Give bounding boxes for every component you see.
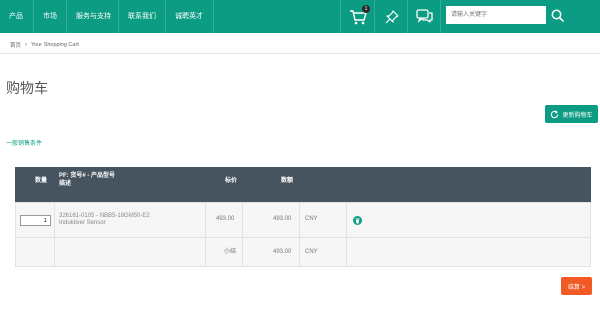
general-terms-link[interactable]: 一般销售条件 [6, 138, 42, 147]
table-row: 326161-0105 - NBB5-18GM50-E2 Induktiver … [15, 202, 591, 238]
update-cart-label: 更新购物车 [562, 112, 593, 119]
checkout-button[interactable]: 结算 > [561, 277, 592, 295]
list-price: 493.00 [216, 216, 235, 222]
nav-item-service-support[interactable]: 服务与支持 [67, 0, 120, 33]
column-divider [205, 203, 206, 237]
top-navigation: 产品 市场 服务与支持 联系我们 诚聘英才 1 [0, 0, 600, 33]
column-header-list-price: 标价 [225, 178, 238, 184]
quantity-field[interactable] [20, 215, 51, 226]
refresh-icon [551, 109, 559, 118]
breadcrumb-current: Your Shopping Cart [31, 42, 79, 48]
search-icon [551, 9, 564, 22]
cart-table-header: 数量 PF: 货号# - 产品型号 描述 标价 数额 [15, 167, 591, 202]
product-description: Induktiver Sensor [59, 220, 106, 226]
search-input[interactable] [446, 6, 546, 24]
nav-item-careers[interactable]: 诚聘英才 [166, 0, 212, 33]
breadcrumb-home-link[interactable]: 首页 [10, 41, 21, 49]
subtotal-label: 小结 [224, 249, 237, 255]
trash-icon [355, 218, 360, 223]
subtotal-amount: 493.00 [273, 249, 292, 255]
pin-button[interactable] [375, 0, 408, 33]
nav-item-contact[interactable]: 联系我们 [119, 0, 165, 33]
column-divider [205, 238, 206, 266]
column-divider [242, 238, 243, 266]
column-divider [346, 238, 347, 266]
column-divider [54, 203, 55, 237]
column-divider [242, 203, 243, 237]
column-header-product: PF: 货号# - 产品型号 [59, 173, 116, 179]
nav-divider [213, 0, 214, 33]
chevron-right-icon: › [25, 42, 28, 48]
column-header-description: 描述 [59, 181, 72, 187]
update-cart-button[interactable]: 更新购物车 [545, 105, 598, 123]
line-amount: 493.00 [273, 216, 292, 222]
subtotal-currency: CNY [305, 249, 318, 255]
column-divider [299, 203, 300, 237]
nav-divider [440, 0, 441, 33]
remove-item-button[interactable] [353, 216, 362, 225]
currency: CNY [305, 216, 318, 222]
search-button[interactable] [546, 4, 568, 26]
chat-button[interactable] [408, 0, 441, 33]
nav-item-products[interactable]: 产品 [0, 0, 32, 33]
breadcrumb: 首页 › Your Shopping Cart [10, 41, 79, 49]
column-divider [299, 238, 300, 266]
subtotal-row: 小结 493.00 CNY [15, 237, 591, 267]
cart-button[interactable]: 1 [341, 0, 374, 33]
column-divider [54, 238, 55, 266]
column-divider [346, 203, 347, 237]
divider [0, 53, 600, 54]
column-header-amount: 数额 [281, 178, 294, 184]
pin-icon [385, 9, 399, 23]
nav-item-markets[interactable]: 市场 [34, 0, 66, 33]
page-title: 购物车 [6, 80, 48, 96]
cart-count-badge: 1 [362, 5, 370, 13]
column-header-quantity: 数量 [35, 178, 48, 184]
chat-icon [415, 9, 433, 23]
product-number: 326161-0105 - NBB5-18GM50-E2 [59, 213, 150, 219]
